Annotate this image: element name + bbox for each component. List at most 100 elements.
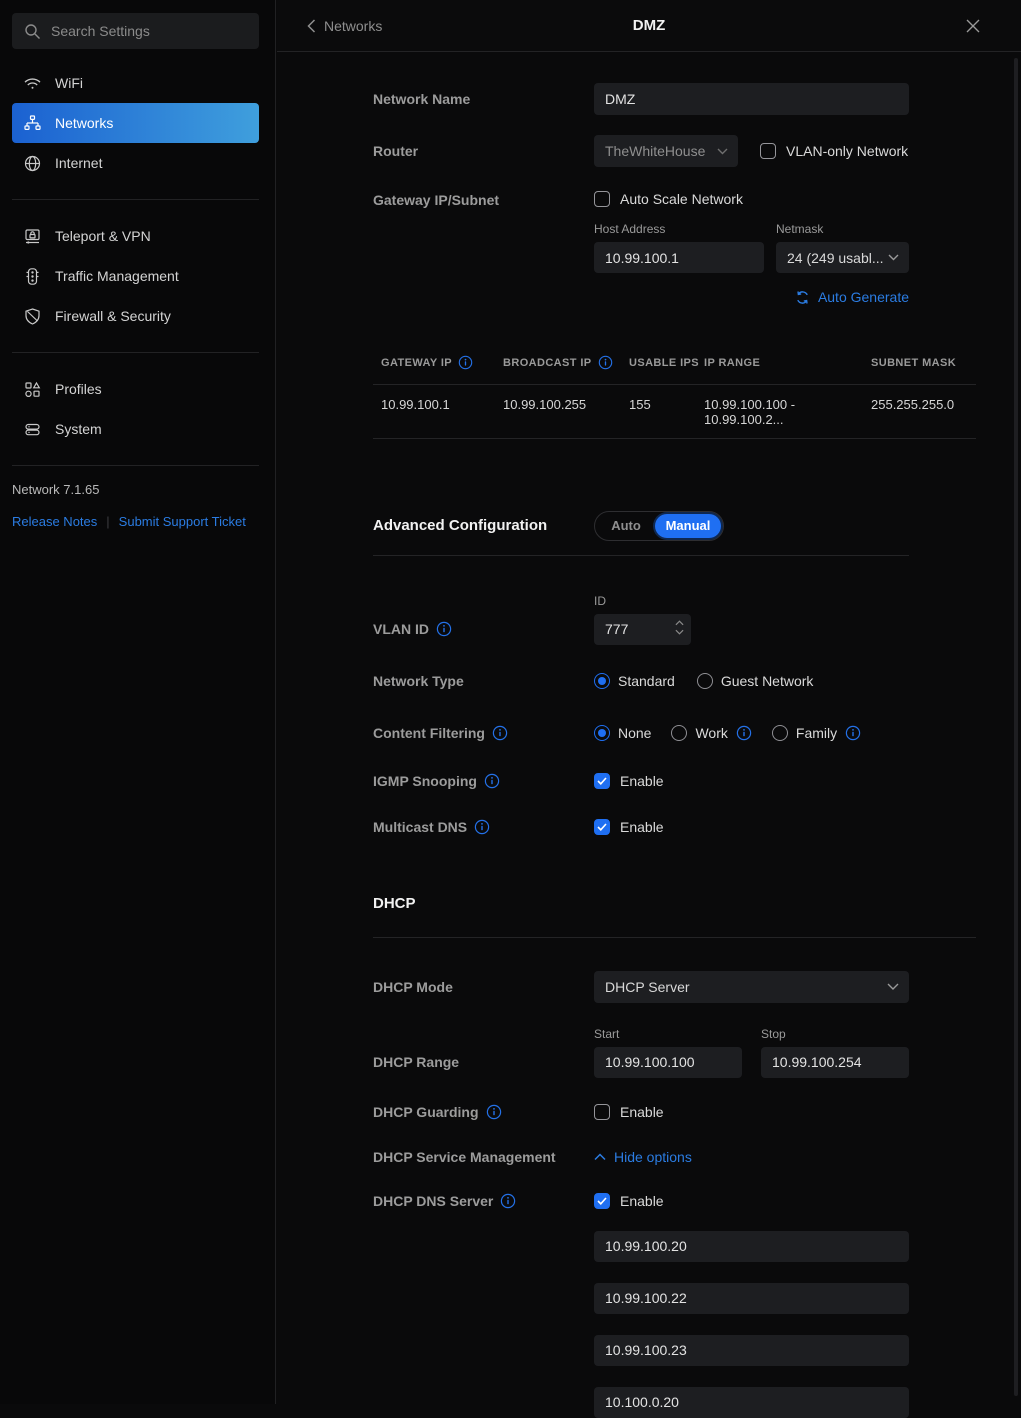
number-stepper[interactable] [675, 620, 684, 635]
dns-server-1-input[interactable] [594, 1231, 909, 1262]
chevron-left-icon [307, 19, 316, 33]
sidebar-item-label: Networks [55, 115, 113, 131]
release-notes-link[interactable]: Release Notes [12, 514, 97, 529]
profiles-icon [23, 380, 42, 399]
filter-family-label: Family [796, 725, 837, 741]
dhcp-range-start-input[interactable] [594, 1047, 742, 1078]
advanced-configuration-toggle[interactable]: Auto Manual [594, 511, 724, 541]
network-name-input[interactable] [594, 83, 909, 115]
network-settings-form: Network Name Router TheWhiteHouse [277, 52, 1021, 1418]
sidebar-item-internet[interactable]: Internet [12, 143, 259, 183]
cell-broadcast-ip: 10.99.100.255 [503, 397, 629, 427]
router-select-value: TheWhiteHouse [605, 143, 705, 159]
standard-radio[interactable] [594, 673, 610, 689]
dhcp-guarding-enable-checkbox[interactable] [594, 1104, 610, 1120]
dhcp-dns-server-label: DHCP DNS Server [373, 1193, 493, 1209]
auto-scale-network-label: Auto Scale Network [620, 191, 743, 207]
sidebar-item-label: Profiles [55, 381, 102, 397]
dhcp-range-stop-input[interactable] [761, 1047, 909, 1078]
dhcp-guarding-label-wrap: DHCP Guarding [373, 1104, 594, 1120]
auto-scale-network-checkbox[interactable] [594, 191, 610, 207]
dhcp-range-start-label: Start [594, 1027, 742, 1041]
info-icon[interactable] [486, 1104, 502, 1120]
sidebar-item-label: WiFi [55, 75, 83, 91]
mdns-enable-label: Enable [620, 819, 664, 835]
chevron-down-icon [888, 254, 899, 261]
dhcp-service-management-label: DHCP Service Management [373, 1149, 594, 1165]
dhcp-dns-enable-label: Enable [620, 1193, 664, 1209]
network-name-label: Network Name [373, 91, 594, 107]
toggle-manual-option[interactable]: Manual [655, 514, 721, 538]
netmask-select[interactable]: 24 (249 usabl... [776, 242, 909, 273]
close-button[interactable] [963, 16, 983, 36]
page-title: DMZ [633, 17, 666, 34]
sidebar-item-wifi[interactable]: WiFi [12, 63, 259, 103]
vlan-only-checkbox[interactable] [760, 143, 776, 159]
mdns-enable-checkbox[interactable] [594, 819, 610, 835]
igmp-enable-checkbox[interactable] [594, 773, 610, 789]
info-icon[interactable] [492, 725, 508, 741]
vlan-id-label: VLAN ID [373, 621, 429, 637]
sidebar-item-system[interactable]: System [12, 409, 259, 449]
col-broadcast-ip: BROADCAST IP [503, 357, 592, 369]
filter-family-radio[interactable] [772, 725, 788, 741]
vlan-id-label-wrap: VLAN ID [373, 594, 594, 637]
info-icon[interactable] [845, 725, 861, 741]
vlan-id-mini-label: ID [594, 594, 909, 608]
filter-none-label: None [618, 725, 651, 741]
igmp-snooping-label: IGMP Snooping [373, 773, 477, 789]
search-settings-box[interactable] [12, 13, 259, 49]
info-icon[interactable] [458, 355, 474, 371]
filter-work-radio[interactable] [671, 725, 687, 741]
vertical-scrollbar[interactable] [1014, 58, 1018, 1396]
subnet-table: GATEWAY IP BROADCAST IP USABLE IPS IP RA… [373, 355, 976, 439]
igmp-snooping-label-wrap: IGMP Snooping [373, 773, 594, 789]
dns-server-4-input[interactable] [594, 1387, 909, 1418]
back-to-networks-button[interactable]: Networks [307, 18, 382, 34]
search-settings-input[interactable] [51, 23, 248, 39]
dhcp-guarding-enable-label: Enable [620, 1104, 664, 1120]
guest-network-radio[interactable] [697, 673, 713, 689]
chevron-down-icon [717, 148, 728, 155]
sidebar-item-firewall-security[interactable]: Firewall & Security [12, 296, 259, 336]
sidebar-item-teleport-vpn[interactable]: Teleport & VPN [12, 216, 259, 256]
router-select[interactable]: TheWhiteHouse [594, 135, 738, 167]
vlan-only-label: VLAN-only Network [786, 143, 908, 159]
sidebar-item-label: Firewall & Security [55, 308, 171, 324]
traffic-light-icon [23, 267, 42, 286]
dhcp-mode-select[interactable]: DHCP Server [594, 971, 909, 1003]
hide-options-link[interactable]: Hide options [594, 1149, 692, 1165]
info-icon[interactable] [736, 725, 752, 741]
app-version: Network 7.1.65 [12, 482, 263, 497]
dhcp-range-stop-label: Stop [761, 1027, 909, 1041]
cell-ip-range: 10.99.100.100 - 10.99.100.2... [704, 397, 871, 427]
netmask-label: Netmask [776, 222, 909, 236]
network-type-label: Network Type [373, 673, 594, 689]
filter-none-radio[interactable] [594, 725, 610, 741]
dns-server-2-input[interactable] [594, 1283, 909, 1314]
sidebar-item-networks[interactable]: Networks [12, 103, 259, 143]
back-label: Networks [324, 18, 382, 34]
info-icon[interactable] [500, 1193, 516, 1209]
chevron-down-icon [887, 983, 899, 991]
dhcp-dns-enable-checkbox[interactable] [594, 1193, 610, 1209]
sidebar-item-traffic-management[interactable]: Traffic Management [12, 256, 259, 296]
info-icon[interactable] [484, 773, 500, 789]
dhcp-mode-value: DHCP Server [605, 979, 690, 995]
hide-options-label: Hide options [614, 1149, 692, 1165]
toggle-auto-option[interactable]: Auto [597, 518, 655, 533]
host-address-input[interactable] [594, 242, 764, 273]
content-filtering-label: Content Filtering [373, 725, 485, 741]
filter-work-label: Work [695, 725, 727, 741]
info-icon[interactable] [474, 819, 490, 835]
sidebar-item-profiles[interactable]: Profiles [12, 369, 259, 409]
settings-sidebar: WiFi Networks Internet [0, 0, 276, 1404]
submit-support-ticket-link[interactable]: Submit Support Ticket [119, 514, 246, 529]
auto-generate-button[interactable]: Auto Generate [795, 289, 909, 305]
dhcp-heading: DHCP [373, 895, 976, 912]
cell-gateway-ip: 10.99.100.1 [381, 397, 503, 427]
info-icon[interactable] [598, 355, 614, 371]
dns-server-3-input[interactable] [594, 1335, 909, 1366]
network-detail-panel: Networks DMZ Network Name Router TheWhit… [277, 0, 1021, 1404]
info-icon[interactable] [436, 621, 452, 637]
